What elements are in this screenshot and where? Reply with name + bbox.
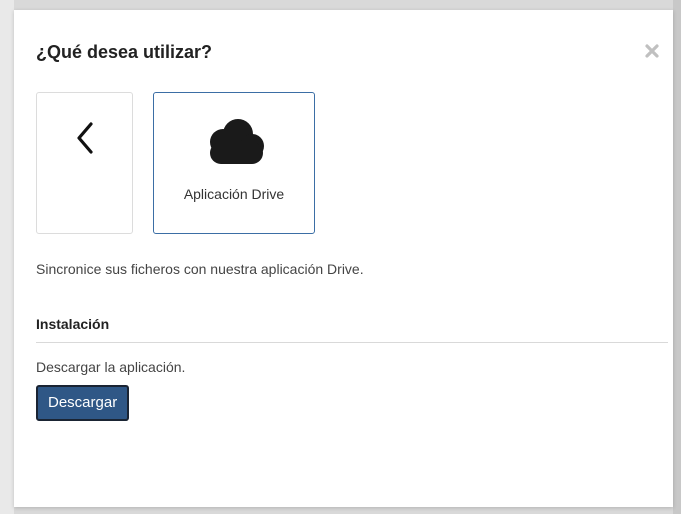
page-scrollbar-area (673, 0, 681, 514)
drive-app-label: Aplicación Drive (183, 186, 285, 202)
back-option-card[interactable] (36, 92, 133, 234)
drive-app-option-card[interactable]: Aplicación Drive (153, 92, 315, 234)
section-divider (36, 342, 668, 343)
close-button[interactable] (642, 41, 662, 61)
download-description: Descargar la aplicación. (36, 359, 186, 375)
app-selection-dialog: ¿Qué desea utilizar? Aplicación Drive Si… (14, 10, 673, 507)
dialog-title: ¿Qué desea utilizar? (36, 42, 213, 62)
close-icon (645, 44, 659, 58)
installation-heading: Instalación (36, 316, 110, 332)
download-button[interactable]: Descargar (36, 385, 130, 421)
sync-description: Sincronice sus ficheros con nuestra apli… (36, 261, 364, 277)
page-backdrop (0, 0, 14, 514)
chevron-left-icon (73, 120, 99, 161)
cloud-icon (203, 116, 269, 171)
